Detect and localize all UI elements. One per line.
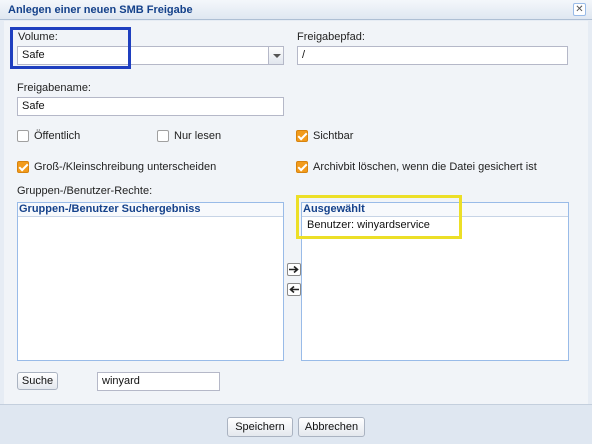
- remove-from-selected-button[interactable]: [287, 283, 301, 296]
- list-item[interactable]: Benutzer: winyardservice: [307, 219, 430, 231]
- path-value: /: [302, 49, 306, 61]
- search-input[interactable]: winyard: [97, 372, 220, 391]
- archive-bit-checkbox-label: Archivbit löschen, wenn die Datei gesich…: [313, 161, 537, 173]
- chevron-down-icon[interactable]: [268, 47, 283, 64]
- path-input[interactable]: /: [297, 46, 568, 65]
- volume-combobox[interactable]: Safe: [17, 46, 284, 65]
- search-query: winyard: [102, 375, 140, 387]
- readonly-checkbox-label: Nur lesen: [174, 130, 222, 142]
- rights-label: Gruppen-/Benutzer-Rechte:: [17, 185, 153, 197]
- archive-bit-checkbox[interactable]: [296, 161, 308, 173]
- dialog-title: Anlegen einer neuen SMB Freigabe: [8, 4, 193, 16]
- volume-value: Safe: [22, 49, 45, 61]
- public-checkbox[interactable]: [17, 130, 29, 142]
- dialog-titlebar: Anlegen einer neuen SMB Freigabe ✕: [0, 0, 592, 20]
- close-icon[interactable]: ✕: [573, 3, 586, 16]
- cancel-button[interactable]: Abbrechen: [298, 417, 365, 437]
- name-label: Freigabename:: [17, 82, 91, 94]
- save-button[interactable]: Speichern: [227, 417, 293, 437]
- public-checkbox-label: Öffentlich: [34, 130, 81, 142]
- visible-checkbox-label: Sichtbar: [313, 130, 354, 142]
- visible-checkbox[interactable]: [296, 130, 308, 142]
- name-value: Safe: [22, 100, 45, 112]
- selected-panel[interactable]: Ausgewählt Benutzer: winyardservice: [301, 202, 569, 361]
- search-button[interactable]: Suche: [17, 372, 58, 390]
- case-sensitive-checkbox[interactable]: [17, 161, 29, 173]
- volume-label: Volume:: [18, 31, 58, 43]
- dialog-footer: Speichern Abbrechen: [0, 404, 592, 444]
- selected-panel-title: Ausgewählt: [302, 203, 568, 217]
- case-sensitive-checkbox-label: Groß-/Kleinschreibung unterscheiden: [34, 161, 217, 173]
- search-results-panel[interactable]: Gruppen-/Benutzer Suchergebniss: [17, 202, 284, 361]
- add-to-selected-button[interactable]: [287, 263, 301, 276]
- name-input[interactable]: Safe: [17, 97, 284, 116]
- arrow-right-icon: [289, 265, 299, 274]
- arrow-left-icon: [289, 285, 299, 294]
- readonly-checkbox[interactable]: [157, 130, 169, 142]
- search-results-title: Gruppen-/Benutzer Suchergebniss: [18, 203, 283, 217]
- path-label: Freigabepfad:: [297, 31, 365, 43]
